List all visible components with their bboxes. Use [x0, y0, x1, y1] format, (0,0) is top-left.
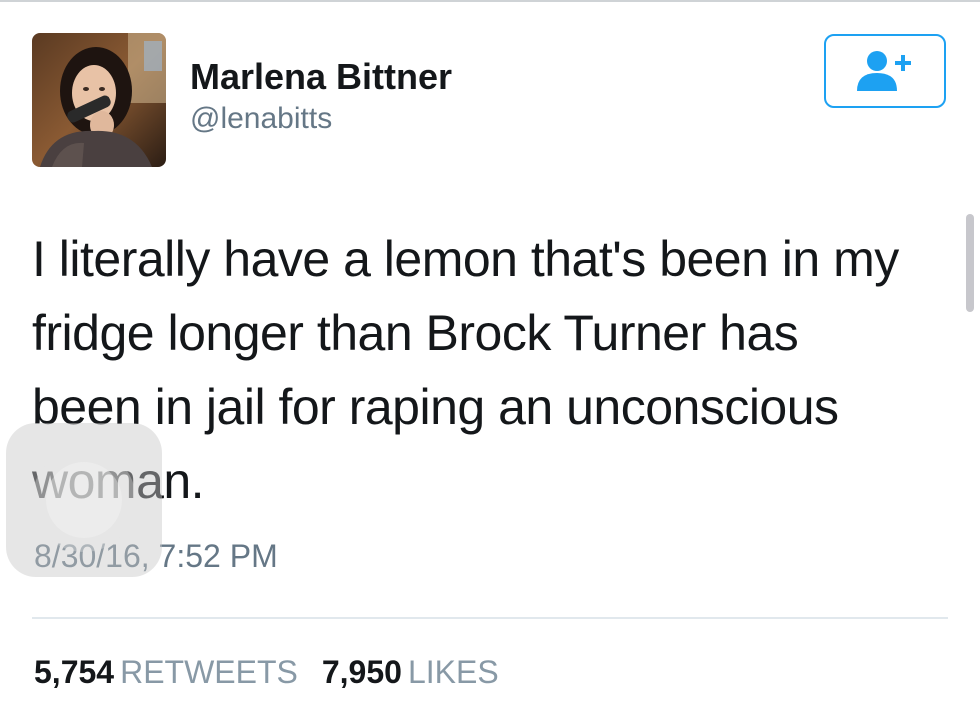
tweet-text-line: I literally have a lemon that's been in …	[32, 231, 899, 287]
scrollbar-thumb[interactable]	[966, 214, 974, 312]
tweet-text: I literally have a lemon that's been in …	[32, 222, 962, 518]
tweet-text-line: been in jail for raping an unconscious	[32, 379, 839, 435]
author-name[interactable]: Marlena Bittner	[190, 56, 452, 98]
likes-label[interactable]: LIKES	[408, 654, 499, 690]
tweet-text-line: woman.	[32, 453, 205, 509]
tweet-stats: 5,754 RETWEETS 7,950 LIKES	[34, 654, 523, 691]
avatar-photo	[32, 33, 166, 167]
tweet-text-line: fridge longer than Brock Turner has	[32, 305, 799, 361]
stats-divider	[32, 617, 948, 619]
assistive-touch-button[interactable]	[6, 423, 162, 577]
retweets-label[interactable]: RETWEETS	[120, 654, 298, 690]
author-handle[interactable]: @lenabitts	[190, 102, 332, 136]
avatar[interactable]	[32, 33, 166, 167]
retweets-count[interactable]: 5,754	[34, 654, 114, 690]
add-user-icon	[857, 51, 911, 91]
assistive-touch-center	[46, 462, 122, 538]
likes-count[interactable]: 7,950	[322, 654, 402, 690]
top-divider	[0, 0, 980, 2]
follow-button[interactable]	[824, 34, 946, 108]
